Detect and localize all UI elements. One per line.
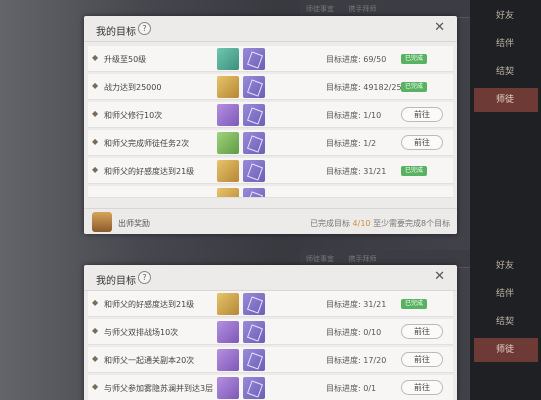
chest-icon[interactable] xyxy=(92,212,112,232)
goal-progress: 目标进度: 0/10 xyxy=(326,328,382,337)
go-button[interactable]: 前往 xyxy=(401,324,443,339)
goal-task: 和师父修行10次 xyxy=(104,111,163,120)
reward-item-icon[interactable] xyxy=(217,76,239,98)
top-screen: 师徒事宜 携手拜师 好友 结伴 结契 师徒 我的目标 ? ✕ ◆ 升级至50级 … xyxy=(0,0,541,250)
menu-item-partner[interactable]: 结伴 xyxy=(474,282,538,306)
reward-item-icon[interactable] xyxy=(217,293,239,315)
goal-task: 与师父参加雾隐苏澜并到达3层 xyxy=(104,384,214,393)
completed-badge: 已完成 xyxy=(400,299,427,309)
reward-card-icon[interactable] xyxy=(243,377,265,399)
reward-item-icon[interactable] xyxy=(217,48,239,70)
goal-task: 升级至50级 xyxy=(104,55,147,64)
dialog-header: 我的目标 ? ✕ xyxy=(84,265,457,291)
go-button[interactable]: 前往 xyxy=(401,135,443,150)
goal-row: ◆ 战力达到25000 目标进度: 49182/25000 已完成 xyxy=(88,74,453,100)
dialog-footer: 出师奖励 已完成目标 4/10 至少需要完成8个目标 xyxy=(84,208,457,234)
star-icon: ◆ xyxy=(92,354,99,363)
goal-task: 和师父的好感度达到21级 xyxy=(104,167,195,176)
help-icon[interactable]: ? xyxy=(138,22,151,35)
graduation-reward-label: 出师奖励 xyxy=(118,219,150,228)
dialog-title: 我的目标 xyxy=(96,27,136,38)
star-icon: ◆ xyxy=(92,326,99,335)
menu-item-friends[interactable]: 好友 xyxy=(474,254,538,278)
goals-dialog: 我的目标 ? ✕ ◆ 和师父的好感度达到21级 目标进度: 31/21 已完成 … xyxy=(84,265,457,400)
close-icon[interactable]: ✕ xyxy=(434,269,445,284)
side-menu: 好友 结伴 结契 师徒 xyxy=(470,0,541,250)
star-icon: ◆ xyxy=(92,382,99,391)
menu-item-mentor[interactable]: 师徒 xyxy=(474,338,538,362)
reward-card-icon[interactable] xyxy=(243,76,265,98)
completed-prefix: 已完成目标 xyxy=(310,219,350,228)
reward-item-icon[interactable] xyxy=(217,132,239,154)
bg-tab-1: 师徒事宜 xyxy=(306,255,334,263)
goal-row: ◆ 升级至50级 目标进度: 69/50 已完成 xyxy=(88,46,453,72)
goal-row: ◆ 与师父参加雾隐苏澜并到达3层 目标进度: 0/1 前往 xyxy=(88,375,453,400)
star-icon: ◆ xyxy=(92,81,99,90)
completed-badge: 已完成 xyxy=(400,82,427,92)
goal-task: 与师父双排战场10次 xyxy=(104,328,179,337)
goal-progress: 目标进度: 17/20 xyxy=(326,356,387,365)
goal-row: ◆ 和师父的好感度达到21级 目标进度: 31/21 已完成 xyxy=(88,291,453,317)
completed-badge: 已完成 xyxy=(400,54,427,64)
bottom-screen: 师徒事宜 携手拜师 好友 结伴 结契 师徒 我的目标 ? ✕ ◆ 和师父的好感度… xyxy=(0,250,541,400)
reward-card-icon[interactable] xyxy=(243,132,265,154)
help-icon[interactable]: ? xyxy=(138,271,151,284)
goal-progress: 目标进度: 69/50 xyxy=(326,55,387,64)
side-menu: 好友 结伴 结契 师徒 xyxy=(470,250,541,400)
goal-task: 和师父完成师徒任务2次 xyxy=(104,139,190,148)
goal-row: ◆ 和师父完成师徒任务2次 目标进度: 1/2 前往 xyxy=(88,130,453,156)
go-button[interactable]: 前往 xyxy=(401,107,443,122)
reward-card-icon[interactable] xyxy=(243,104,265,126)
star-icon: ◆ xyxy=(92,137,99,146)
goals-dialog: 我的目标 ? ✕ ◆ 升级至50级 目标进度: 69/50 已完成 ◆ 战力达到… xyxy=(84,16,457,234)
menu-item-bond[interactable]: 结契 xyxy=(474,310,538,334)
goal-row: ◆ 和师父一起通关副本20次 目标进度: 17/20 前往 xyxy=(88,347,453,373)
goal-progress: 目标进度: 31/21 xyxy=(326,167,387,176)
star-icon: ◆ xyxy=(92,298,99,307)
goal-row: ◆ 与师父双排战场10次 目标进度: 0/10 前往 xyxy=(88,319,453,345)
go-button[interactable]: 前往 xyxy=(401,352,443,367)
reward-card-icon[interactable] xyxy=(243,349,265,371)
menu-item-bond[interactable]: 结契 xyxy=(474,60,538,84)
reward-card-icon[interactable] xyxy=(243,160,265,182)
star-icon: ◆ xyxy=(92,109,99,118)
dialog-title: 我的目标 xyxy=(96,276,136,287)
completed-count: 4/10 xyxy=(352,219,371,228)
reward-card-icon[interactable] xyxy=(243,293,265,315)
menu-item-partner[interactable]: 结伴 xyxy=(474,32,538,56)
reward-item-icon[interactable] xyxy=(217,188,239,197)
completion-status: 已完成目标 4/10 至少需要完成8个目标 xyxy=(310,218,450,229)
reward-item-icon[interactable] xyxy=(217,349,239,371)
reward-card-icon[interactable] xyxy=(243,48,265,70)
star-icon: ◆ xyxy=(92,165,99,174)
dialog-header: 我的目标 ? ✕ xyxy=(84,16,457,42)
bg-tab-1: 师徒事宜 xyxy=(306,5,334,13)
menu-item-friends[interactable]: 好友 xyxy=(474,4,538,28)
goal-task: 战力达到25000 xyxy=(104,83,162,92)
reward-item-icon[interactable] xyxy=(217,377,239,399)
goal-task: 和师父的好感度达到21级 xyxy=(104,300,195,309)
goal-row: ◆ 和师父修行10次 目标进度: 1/10 前往 xyxy=(88,102,453,128)
go-button[interactable]: 前往 xyxy=(401,380,443,395)
goal-progress: 目标进度: 1/2 xyxy=(326,139,377,148)
reward-item-icon[interactable] xyxy=(217,160,239,182)
goal-row-partial xyxy=(88,186,453,198)
bg-tab-2: 携手拜师 xyxy=(348,5,377,13)
close-icon[interactable]: ✕ xyxy=(434,20,445,35)
completed-badge: 已完成 xyxy=(400,166,427,176)
bg-tab-2: 携手拜师 xyxy=(348,255,377,263)
goal-task: 和师父一起通关副本20次 xyxy=(104,356,195,365)
goal-row: ◆ 和师父的好感度达到21级 目标进度: 31/21 已完成 xyxy=(88,158,453,184)
goal-progress: 目标进度: 1/10 xyxy=(326,111,382,120)
star-icon: ◆ xyxy=(92,53,99,62)
requirement-text: 至少需要完成8个目标 xyxy=(373,219,451,228)
reward-card-icon[interactable] xyxy=(243,321,265,343)
goal-progress: 目标进度: 0/1 xyxy=(326,384,377,393)
menu-item-mentor[interactable]: 师徒 xyxy=(474,88,538,112)
goal-progress: 目标进度: 31/21 xyxy=(326,300,387,309)
reward-card-icon[interactable] xyxy=(243,188,265,197)
reward-item-icon[interactable] xyxy=(217,104,239,126)
reward-item-icon[interactable] xyxy=(217,321,239,343)
